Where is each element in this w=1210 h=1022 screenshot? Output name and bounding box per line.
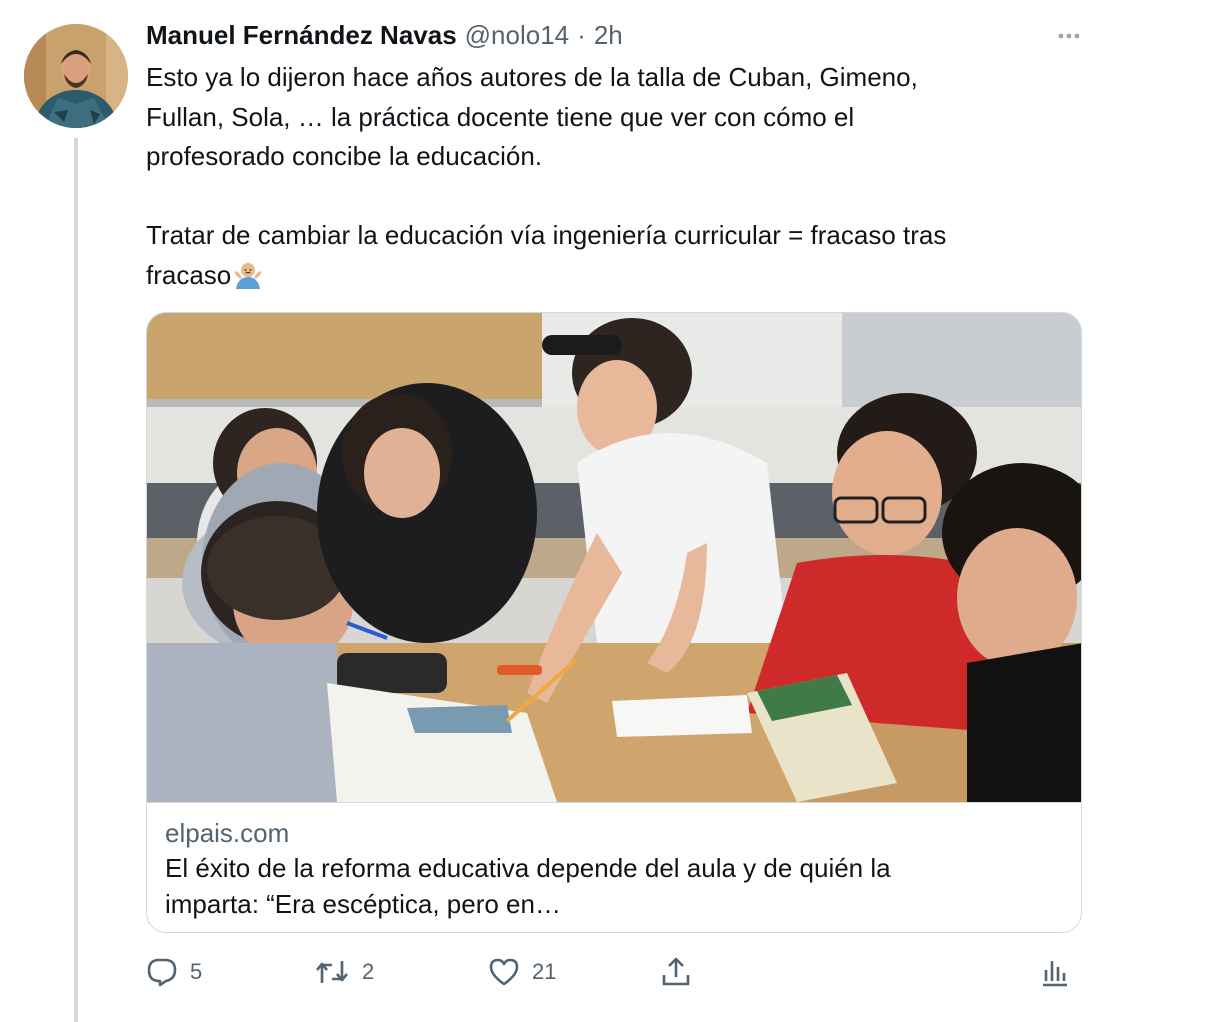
reply-icon xyxy=(147,958,177,987)
tweet-text-line: Esto ya lo dijeron hace años autores de … xyxy=(146,62,918,92)
card-domain: elpais.com xyxy=(165,818,290,848)
author-handle[interactable]: @nolo14 xyxy=(465,20,569,51)
more-horizontal-icon xyxy=(1058,33,1080,39)
reply-count: 5 xyxy=(190,959,203,984)
shrug-emoji xyxy=(232,259,264,301)
tweet-timestamp[interactable]: 2h xyxy=(594,20,623,51)
analytics-icon xyxy=(1043,961,1067,987)
tweet-text: Esto ya lo dijeron hace años autores de … xyxy=(146,58,1076,300)
tweet-text-line: Tratar de cambiar la educación vía ingen… xyxy=(146,220,947,250)
more-options-button[interactable] xyxy=(1054,22,1084,50)
retweet-button[interactable]: 2 xyxy=(314,956,374,988)
heart-icon xyxy=(489,958,519,986)
tweet-text-line: Fullan, Sola, … la práctica docente tien… xyxy=(146,101,855,132)
tweet-header: Manuel Fernández Navas @nolo14 · 2h xyxy=(146,18,623,52)
share-button[interactable] xyxy=(660,956,692,988)
card-divider xyxy=(147,802,1081,803)
tweet: Manuel Fernández Navas @nolo14 · 2h Esto… xyxy=(0,0,1210,1022)
like-count: 21 xyxy=(532,959,557,984)
card-title: El éxito de la reforma educativa depende… xyxy=(165,850,1045,922)
card-title-line: El éxito de la reforma educativa depende… xyxy=(165,853,891,883)
separator-dot: · xyxy=(577,19,586,50)
reply-button[interactable]: 5 xyxy=(146,956,202,988)
avatar[interactable] xyxy=(24,24,128,128)
thread-line xyxy=(74,138,78,1022)
tweet-text-line: fracaso xyxy=(146,259,232,290)
author-name[interactable]: Manuel Fernández Navas xyxy=(146,20,457,51)
analytics-button[interactable] xyxy=(1040,956,1070,988)
card-title-line: imparta: “Era escéptica, pero en… xyxy=(165,889,561,919)
share-icon xyxy=(662,957,690,986)
card-image[interactable] xyxy=(147,313,1081,802)
tweet-text-last-line: fracaso xyxy=(146,256,1076,301)
retweet-count: 2 xyxy=(362,959,375,984)
tweet-text-line: profesorado concibe la educación. xyxy=(146,141,543,171)
retweet-icon xyxy=(316,961,348,983)
link-card[interactable]: elpais.com El éxito de la reforma educat… xyxy=(146,312,1082,933)
like-button[interactable]: 21 xyxy=(488,956,556,988)
paragraph-break xyxy=(146,177,1076,217)
